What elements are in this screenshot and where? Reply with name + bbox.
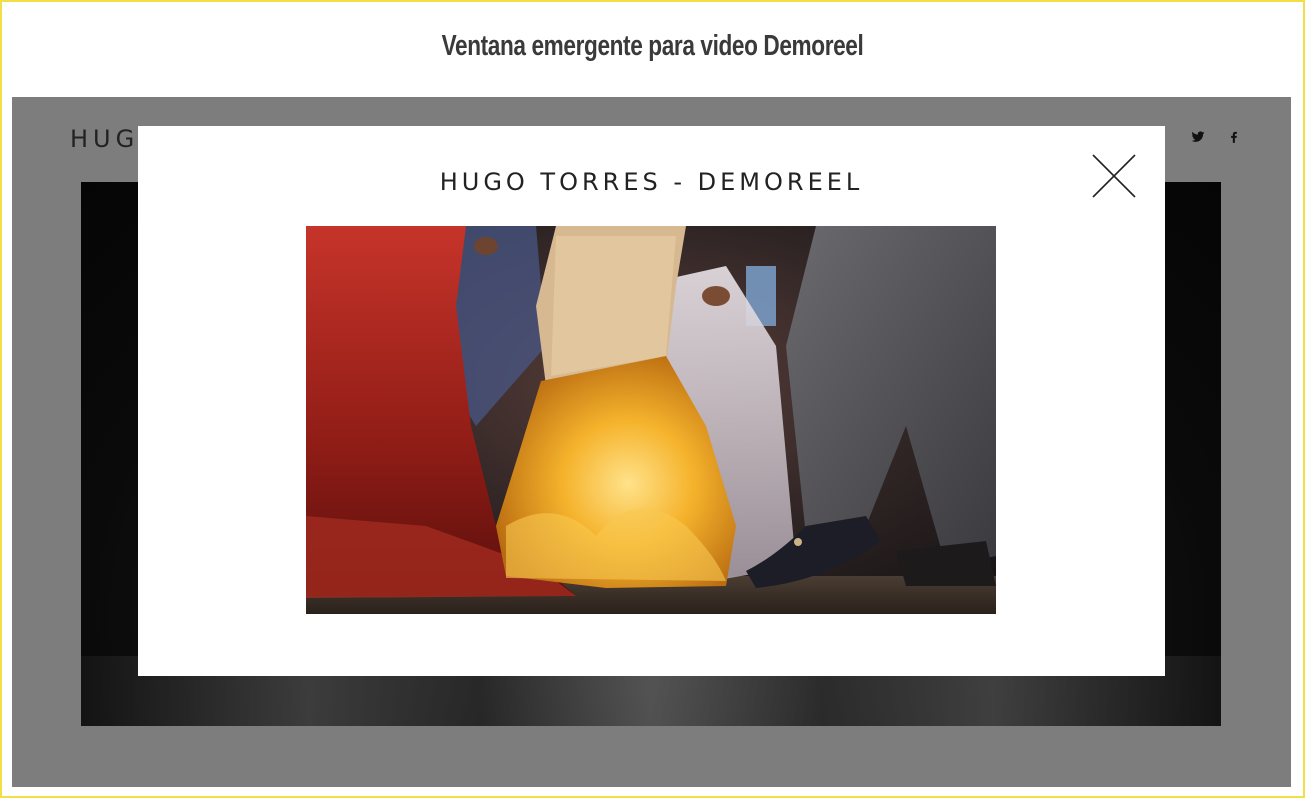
facebook-icon[interactable]	[1227, 129, 1241, 143]
twitter-icon[interactable]	[1191, 129, 1205, 143]
close-icon[interactable]	[1091, 153, 1137, 199]
video-modal: HUGO TORRES - DEMOREEL	[138, 126, 1165, 676]
video-frame	[306, 226, 996, 614]
page-caption: Ventana emergente para video Demoreel	[441, 30, 864, 62]
video-player[interactable]	[306, 226, 996, 614]
social-links	[1191, 129, 1241, 143]
modal-title: HUGO TORRES - DEMOREEL	[439, 168, 864, 196]
